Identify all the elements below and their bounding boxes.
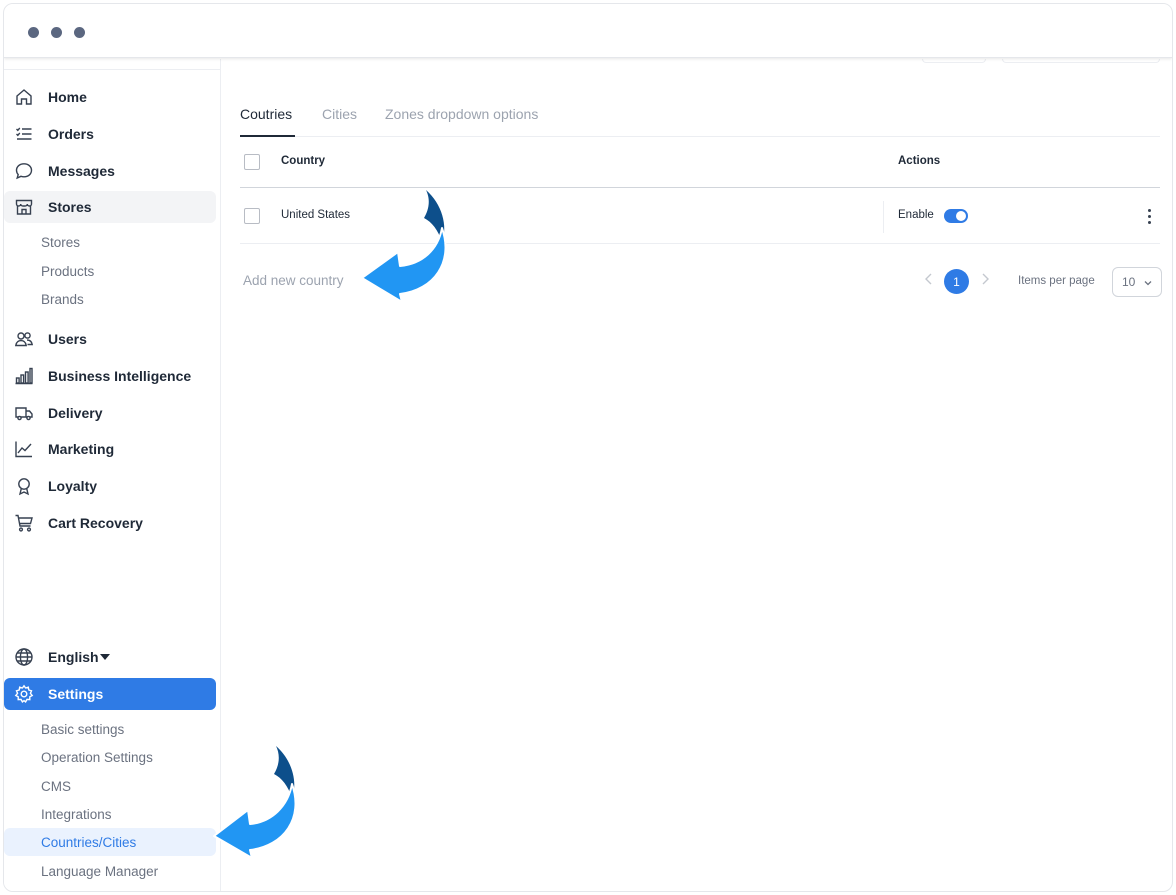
sidebar-subitem-label: Countries/Cities bbox=[41, 834, 137, 850]
sidebar-item-label: Marketing bbox=[48, 441, 115, 457]
row-checkbox[interactable] bbox=[244, 208, 260, 224]
items-per-page-value: 10 bbox=[1122, 275, 1136, 289]
language-label: English bbox=[48, 649, 99, 665]
chevron-down-icon bbox=[1144, 281, 1152, 286]
window-titlebar bbox=[4, 4, 1172, 58]
items-per-page-label: Items per page bbox=[1018, 275, 1095, 287]
sidebar-subitem-label: Brands bbox=[41, 291, 84, 307]
header-button-partial bbox=[1002, 59, 1160, 63]
sidebar-subitem-label: Products bbox=[41, 263, 95, 279]
sidebar-item-delivery[interactable]: Delivery bbox=[4, 397, 216, 429]
sidebar-subitem-language-manager[interactable]: Language Manager bbox=[4, 857, 216, 885]
tab-bar: Coutries Cities Zones dropdown options bbox=[240, 99, 1160, 137]
select-all-checkbox[interactable] bbox=[244, 154, 260, 170]
sidebar-subitem-brands[interactable]: Brands bbox=[4, 285, 216, 313]
sidebar-item-label: Orders bbox=[48, 126, 94, 142]
sidebar-item-label: Loyalty bbox=[48, 478, 98, 494]
enable-toggle[interactable] bbox=[944, 209, 968, 223]
window-dot-2 bbox=[51, 27, 62, 38]
award-icon bbox=[14, 476, 34, 496]
tab-label: Zones dropdown options bbox=[385, 106, 539, 122]
sidebar-subitem-label: Language Manager bbox=[41, 863, 159, 879]
tab-label: Cities bbox=[322, 106, 358, 122]
add-new-country-link[interactable]: Add new country bbox=[243, 273, 344, 288]
cart-icon bbox=[14, 513, 34, 533]
list-check-icon bbox=[14, 124, 34, 144]
app-window: Home Orders Messages Stores Stores Produ… bbox=[3, 3, 1173, 892]
items-per-page-select[interactable]: 10 bbox=[1112, 267, 1162, 297]
sidebar-item-label: Settings bbox=[48, 686, 104, 702]
sidebar-subitem-label: Basic settings bbox=[41, 721, 125, 737]
sidebar-item-label: Business Intelligence bbox=[48, 368, 192, 384]
main-content: Coutries Cities Zones dropdown options C… bbox=[222, 59, 1172, 891]
sidebar: Home Orders Messages Stores Stores Produ… bbox=[4, 59, 221, 891]
sidebar-item-cart-recovery[interactable]: Cart Recovery bbox=[4, 507, 216, 539]
sidebar-item-label: Cart Recovery bbox=[48, 515, 143, 531]
gear-icon bbox=[14, 684, 34, 704]
trend-line-icon bbox=[14, 439, 34, 459]
sidebar-item-settings[interactable]: Settings bbox=[4, 678, 216, 710]
truck-icon bbox=[14, 403, 34, 423]
tab-countries[interactable]: Coutries bbox=[240, 106, 292, 122]
window-dot-1 bbox=[28, 27, 39, 38]
sidebar-item-label: Users bbox=[48, 331, 87, 347]
globe-icon bbox=[14, 647, 34, 667]
chevron-left-icon[interactable] bbox=[921, 270, 937, 288]
tab-cities[interactable]: Cities bbox=[322, 106, 357, 122]
sidebar-subitem-products[interactable]: Products bbox=[4, 257, 216, 285]
sidebar-subitem-integrations[interactable]: Integrations bbox=[4, 800, 216, 828]
sidebar-item-business-intelligence[interactable]: Business Intelligence bbox=[4, 360, 216, 392]
sidebar-subitem-countries-cities[interactable]: Countries/Cities bbox=[4, 828, 216, 856]
sidebar-item-label: Home bbox=[48, 89, 87, 105]
sidebar-subitem-basic-settings[interactable]: Basic settings bbox=[4, 715, 216, 743]
sidebar-item-label: Stores bbox=[48, 199, 92, 215]
chevron-right-icon[interactable] bbox=[977, 270, 993, 288]
sidebar-subitem-label: CMS bbox=[41, 778, 71, 794]
sidebar-subitem-cms[interactable]: CMS bbox=[4, 772, 216, 800]
sidebar-item-messages[interactable]: Messages bbox=[4, 155, 216, 187]
bar-chart-icon bbox=[14, 366, 34, 386]
header-button-partial bbox=[922, 59, 986, 63]
sidebar-item-orders[interactable]: Orders bbox=[4, 118, 216, 150]
column-header-country: Country bbox=[281, 155, 326, 167]
home-icon bbox=[14, 87, 34, 107]
page-number-current[interactable]: 1 bbox=[944, 269, 969, 294]
users-icon bbox=[14, 329, 34, 349]
sidebar-item-label: Delivery bbox=[48, 405, 103, 421]
table-row: United States Enable bbox=[240, 189, 1160, 244]
tab-zones-dropdown-options[interactable]: Zones dropdown options bbox=[385, 106, 538, 122]
sidebar-item-stores[interactable]: Stores bbox=[4, 191, 216, 223]
store-icon bbox=[14, 197, 34, 217]
window-dot-3 bbox=[74, 27, 85, 38]
sidebar-divider bbox=[4, 69, 220, 70]
toggle-knob bbox=[956, 211, 966, 221]
tab-label: Coutries bbox=[240, 106, 293, 122]
sidebar-item-loyalty[interactable]: Loyalty bbox=[4, 470, 216, 502]
country-name: United States bbox=[281, 209, 351, 221]
sidebar-subitem-label: Integrations bbox=[41, 806, 112, 822]
sidebar-item-users[interactable]: Users bbox=[4, 323, 216, 355]
sidebar-item-home[interactable]: Home bbox=[4, 81, 216, 113]
more-options-icon[interactable] bbox=[1144, 207, 1154, 227]
language-selector[interactable]: English bbox=[4, 641, 216, 673]
chat-bubble-icon bbox=[14, 161, 34, 181]
caret-down-icon bbox=[100, 654, 110, 660]
sidebar-subitem-label: Stores bbox=[41, 234, 81, 250]
column-header-actions: Actions bbox=[898, 155, 941, 167]
table-header: Country Actions bbox=[240, 137, 1160, 188]
sidebar-subitem-operation-settings[interactable]: Operation Settings bbox=[4, 743, 216, 771]
status-label: Enable bbox=[898, 209, 934, 221]
sidebar-item-marketing[interactable]: Marketing bbox=[4, 433, 216, 465]
sidebar-subitem-stores[interactable]: Stores bbox=[4, 228, 216, 256]
sidebar-item-label: Messages bbox=[48, 163, 115, 179]
sidebar-subitem-label: Operation Settings bbox=[41, 749, 153, 765]
column-divider bbox=[883, 201, 884, 233]
